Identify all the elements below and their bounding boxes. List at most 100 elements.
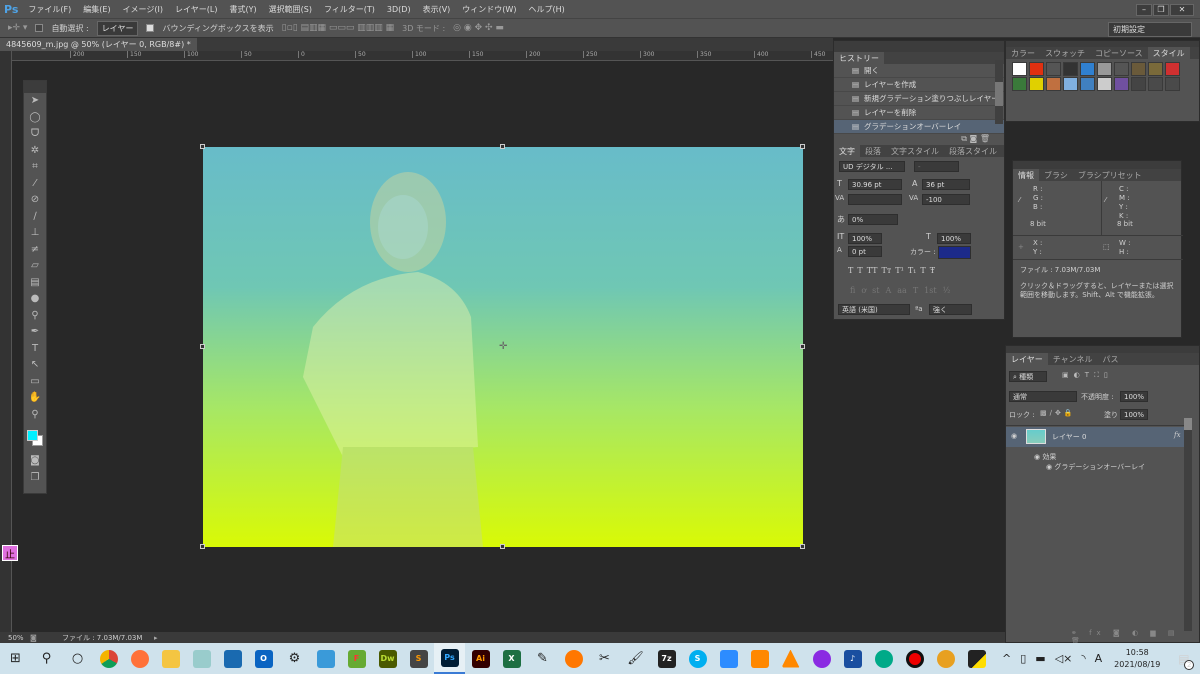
layers-scrollbar[interactable] xyxy=(1184,418,1192,631)
kerning-field[interactable] xyxy=(848,194,902,205)
marquee-tool-icon[interactable]: ◯ xyxy=(24,110,46,127)
tray-chevron-icon[interactable]: ^ xyxy=(1002,652,1011,665)
auto-select-dropdown[interactable]: レイヤー xyxy=(96,20,139,36)
bounding-box-checkbox[interactable] xyxy=(146,24,155,32)
history-item[interactable]: ▤ 新規グラデーション塗りつぶしレイヤー xyxy=(834,92,1004,106)
music-app-icon[interactable]: ♪ xyxy=(837,643,868,674)
tab-swatches[interactable]: スウォッチ xyxy=(1040,47,1090,59)
7zip-icon[interactable]: 7z xyxy=(651,643,682,674)
settings-icon[interactable]: ⚙ xyxy=(279,643,310,674)
workspace-dropdown[interactable]: 初期設定 xyxy=(1108,22,1192,37)
transform-handle[interactable] xyxy=(800,544,805,549)
fx-icon[interactable]: fx xyxy=(1174,431,1181,439)
effects-row[interactable]: ◉ 効果 xyxy=(1034,452,1056,462)
tab-info[interactable]: 情報 xyxy=(1013,169,1039,181)
style-swatch[interactable] xyxy=(1131,77,1146,91)
move-tool-icon[interactable]: ➤ xyxy=(24,93,46,110)
history-item-selected[interactable]: ▤ グラデーションオーバーレイ xyxy=(834,120,1004,134)
menu-layer[interactable]: レイヤー(L) xyxy=(175,4,217,15)
pen-tool-icon[interactable]: ✒ xyxy=(24,324,46,341)
3d-tools-icon[interactable]: ◎ ◉ ✥ ✣ ▬ xyxy=(453,23,504,33)
wifi-icon[interactable]: ◝ xyxy=(1081,652,1085,665)
tsume-field[interactable]: 0% xyxy=(848,214,898,225)
outlook-icon[interactable]: O xyxy=(248,643,279,674)
layer-name[interactable]: レイヤー 0 xyxy=(1052,432,1086,442)
editor-icon[interactable]: ✎ xyxy=(527,643,558,674)
snipping-tool-icon[interactable]: ✂ xyxy=(589,643,620,674)
color-swatches[interactable] xyxy=(24,423,46,453)
screen-mode-icon[interactable]: ❐ xyxy=(24,470,46,487)
history-scrollbar[interactable] xyxy=(995,60,1003,124)
old-style-button[interactable]: ơ xyxy=(861,286,866,295)
align-icons[interactable]: ▯▫▯ ▤▥▦ ▭▭▭ ▥▥▥ ▦ xyxy=(282,23,394,33)
status-menu-arrow[interactable]: ▸ xyxy=(154,634,158,642)
history-item[interactable]: ▤ レイヤーを作成 xyxy=(834,78,1004,92)
layer-filter-select[interactable]: ⌕ 種類 xyxy=(1009,371,1047,382)
magic-wand-icon[interactable]: ✲ xyxy=(24,143,46,160)
strikethrough-button[interactable]: Ŧ xyxy=(930,266,935,275)
tab-character[interactable]: 文字 xyxy=(834,145,860,157)
transform-handle[interactable] xyxy=(800,144,805,149)
style-swatch[interactable] xyxy=(1012,62,1027,76)
style-swatch[interactable] xyxy=(1165,77,1180,91)
style-swatch[interactable] xyxy=(1029,62,1044,76)
quick-mask-icon[interactable]: ◙ xyxy=(24,453,46,470)
zoom-level[interactable]: 50% xyxy=(0,634,30,642)
horizontal-scale-field[interactable]: 100% xyxy=(937,233,971,244)
bear-app-icon[interactable] xyxy=(930,643,961,674)
type-tool-icon[interactable]: T xyxy=(24,341,46,358)
illustrator-icon[interactable]: Ai xyxy=(465,643,496,674)
ligature-button[interactable]: fi xyxy=(850,286,855,295)
excel-icon[interactable]: X xyxy=(496,643,527,674)
style-swatch[interactable] xyxy=(1114,77,1129,91)
style-swatch[interactable] xyxy=(1046,77,1061,91)
menu-3d[interactable]: 3D(D) xyxy=(387,5,411,14)
tab-brush[interactable]: ブラシ xyxy=(1039,169,1073,181)
butterfly-icon[interactable] xyxy=(558,643,589,674)
history-brush-icon[interactable]: ≠ xyxy=(24,242,46,259)
history-item[interactable]: ▤ レイヤーを削除 xyxy=(834,106,1004,120)
ime-stop-icon[interactable]: 止 xyxy=(2,545,18,561)
minimize-button[interactable]: – xyxy=(1136,4,1152,16)
text-color-swatch[interactable] xyxy=(938,246,971,259)
ftp-icon[interactable]: F xyxy=(341,643,372,674)
paint-icon[interactable]: 🖌 xyxy=(620,643,651,674)
photoshop-taskbar-icon[interactable]: Ps xyxy=(434,643,465,674)
tab-history[interactable]: ヒストリー xyxy=(834,52,884,64)
swash-button[interactable]: A xyxy=(886,286,892,295)
underline-button[interactable]: T xyxy=(920,266,925,275)
hand-tool-icon[interactable]: ✋ xyxy=(24,390,46,407)
style-swatch[interactable] xyxy=(1148,62,1163,76)
tab-brush-presets[interactable]: ブラシプリセット xyxy=(1073,169,1147,181)
healing-brush-icon[interactable]: ⊘ xyxy=(24,192,46,209)
blur-tool-icon[interactable]: ● xyxy=(24,291,46,308)
tracking-field[interactable]: -100 xyxy=(922,194,970,205)
move-tool-icon[interactable]: ▸✛ ▾ xyxy=(8,23,27,33)
purple-app-icon[interactable] xyxy=(806,643,837,674)
history-item[interactable]: ▤ 開く xyxy=(834,64,1004,78)
titling-button[interactable]: T xyxy=(913,286,918,295)
auto-select-checkbox[interactable] xyxy=(35,24,44,32)
chrome-icon[interactable] xyxy=(93,643,124,674)
tab-layers[interactable]: レイヤー xyxy=(1006,353,1048,365)
style-swatch[interactable] xyxy=(1063,62,1078,76)
style-swatch[interactable] xyxy=(1046,62,1061,76)
restore-button[interactable]: ❐ xyxy=(1153,4,1169,16)
tab-styles[interactable]: スタイル xyxy=(1147,47,1190,59)
menu-edit[interactable]: 編集(E) xyxy=(83,4,110,15)
lasso-tool-icon[interactable]: ᗜ xyxy=(24,126,46,143)
document-canvas[interactable]: ✛ xyxy=(200,144,805,549)
dreamweaver-icon[interactable]: Dw xyxy=(372,643,403,674)
zoom-icon[interactable] xyxy=(713,643,744,674)
faux-italic-button[interactable]: T xyxy=(857,266,862,275)
language-select[interactable]: 英語 (米国) xyxy=(838,304,910,315)
style-swatch[interactable] xyxy=(1165,62,1180,76)
ime-indicator[interactable]: A xyxy=(1095,652,1103,665)
close-button[interactable]: ✕ xyxy=(1170,4,1194,16)
style-swatch[interactable] xyxy=(1097,62,1112,76)
style-swatch[interactable] xyxy=(1114,62,1129,76)
toolbar-header[interactable] xyxy=(24,81,46,93)
path-select-icon[interactable]: ↖ xyxy=(24,357,46,374)
style-swatch[interactable] xyxy=(1029,77,1044,91)
transform-handle[interactable] xyxy=(500,544,505,549)
